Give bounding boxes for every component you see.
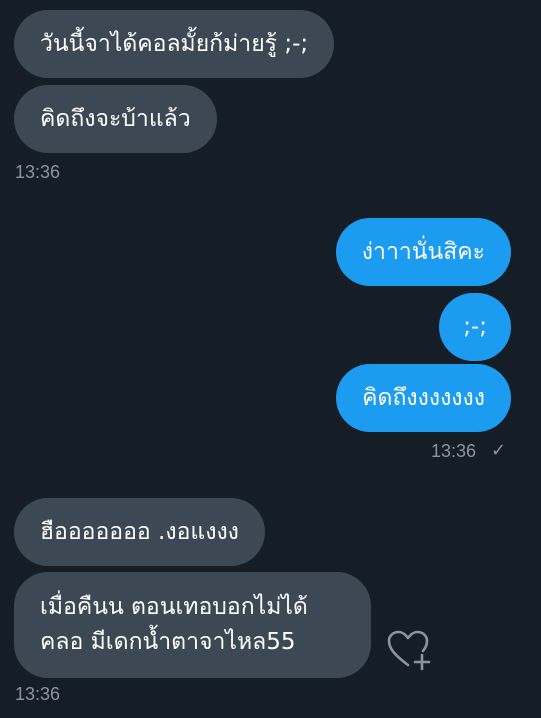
message-bubble-outgoing[interactable]: ;-; (439, 293, 511, 361)
message-text: ;-; (463, 314, 487, 340)
message-bubble-incoming[interactable]: คิดถึงจะบ้าแล้ว (14, 85, 217, 153)
message-text-line: คลอ มีเดกน้ำตาจาไหล55 (40, 629, 296, 655)
message-timestamp: 13:36 (431, 441, 477, 461)
message-text: คิดถึงงงงงงง (362, 385, 485, 411)
message-text: วันนี้จาได้คอลมั้ยก้ม่ายรู้ ;-; (40, 31, 309, 57)
message-text-line: เมื่อคืนน ตอนเทอบอกไม่ได้ (40, 594, 308, 620)
message-timestamp: 13:36 (15, 684, 61, 704)
message-bubble-incoming[interactable]: เมื่อคืนน ตอนเทอบอกไม่ได้ คลอ มีเดกน้ำตา… (14, 572, 371, 678)
message-bubble-incoming[interactable]: ฮือออออออ .งอแงงง (14, 498, 265, 566)
heart-plus-icon[interactable] (386, 627, 432, 673)
message-text: ฮือออออออ .งอแงงง (40, 519, 239, 545)
message-bubble-outgoing[interactable]: ง่าาานั่นสิคะ (335, 218, 511, 286)
message-text: ง่าาานั่นสิคะ (361, 239, 485, 265)
message-bubble-incoming[interactable]: วันนี้จาได้คอลมั้ยก้ม่ายรู้ ;-; (14, 10, 335, 78)
message-timestamp: 13:36 (15, 162, 61, 182)
message-text: คิดถึงจะบ้าแล้ว (40, 106, 191, 132)
sent-checkmark-icon: ✓ (491, 440, 507, 461)
message-bubble-outgoing[interactable]: คิดถึงงงงงงง (336, 364, 511, 432)
